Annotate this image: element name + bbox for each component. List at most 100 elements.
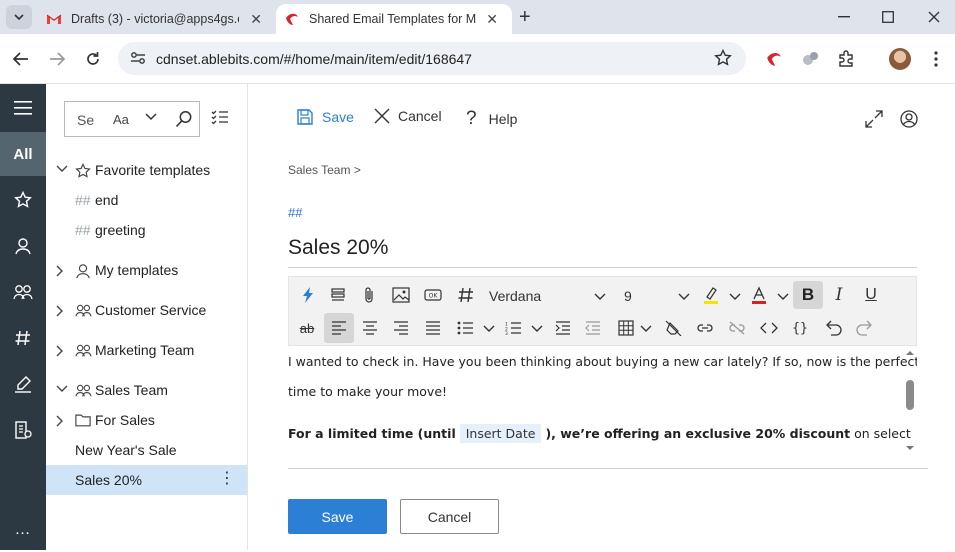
underline-icon[interactable]: U [859, 282, 883, 308]
editor-scrollbar[interactable] [903, 350, 917, 454]
match-case-toggle[interactable]: Aa [113, 112, 129, 127]
attach-paperclip-icon[interactable] [357, 282, 381, 308]
url-bar[interactable]: cdnset.ablebits.com/#/home/main/item/edi… [118, 42, 746, 75]
chevron-down-icon[interactable] [640, 325, 652, 333]
chevron-down-icon[interactable] [531, 325, 543, 333]
insert-template-hashtag-icon[interactable] [454, 282, 478, 308]
remove-link-icon[interactable] [725, 315, 749, 341]
expand-icon[interactable] [865, 110, 883, 128]
tab-shared-email-templates[interactable]: Shared Email Templates for Microsoft ✕ [276, 4, 512, 34]
chevron-right-icon[interactable] [56, 415, 64, 427]
highlight-color-icon[interactable] [699, 282, 723, 308]
insert-button-icon[interactable]: OK [421, 282, 445, 308]
close-tab-icon[interactable]: ✕ [486, 12, 498, 26]
chevron-down-icon[interactable] [777, 293, 789, 301]
bulleted-list-icon[interactable] [453, 315, 477, 341]
outdent-icon[interactable] [581, 315, 605, 341]
extension-icon[interactable] [799, 48, 821, 70]
more-vertical-icon[interactable]: ⋮ [219, 471, 235, 487]
insert-link-icon[interactable] [693, 315, 717, 341]
rail-all[interactable]: All [0, 132, 46, 176]
favorites-star-icon[interactable] [0, 178, 46, 222]
indent-icon[interactable] [551, 315, 575, 341]
chevron-down-icon[interactable] [729, 293, 741, 301]
align-left-icon[interactable] [324, 313, 354, 343]
minimize-icon[interactable] [835, 8, 853, 26]
insert-field-icon[interactable] [326, 282, 350, 308]
search-input[interactable]: Se [77, 112, 94, 128]
tree-item-end[interactable]: ## end [46, 185, 247, 215]
chevron-down-icon[interactable] [678, 293, 690, 301]
curly-braces-icon[interactable]: {} [788, 315, 812, 341]
chevron-right-icon[interactable] [56, 265, 64, 277]
insert-image-icon[interactable] [389, 282, 413, 308]
tree-node-favorites[interactable]: Favorite templates [46, 155, 247, 185]
cancel-button[interactable]: Cancel [400, 499, 499, 534]
tree-item-sales-20[interactable]: Sales 20% ⋮ [46, 465, 247, 495]
redo-icon[interactable] [853, 315, 877, 341]
justify-icon[interactable] [420, 315, 446, 341]
search-box[interactable]: Se Aa [64, 101, 200, 137]
insert-macro-lightning-icon[interactable] [296, 282, 320, 308]
insert-date-macro[interactable]: Insert Date [459, 424, 542, 443]
template-title-input[interactable]: Sales 20% [288, 236, 388, 260]
template-shortcut-hashtag[interactable]: ## [288, 205, 302, 220]
search-icon[interactable] [175, 110, 193, 128]
chevron-right-icon[interactable] [56, 305, 64, 317]
italic-icon[interactable]: I [827, 282, 851, 308]
maximize-icon[interactable] [879, 8, 897, 26]
extensions-puzzle-icon[interactable] [835, 48, 857, 70]
browser-menu-icon[interactable] [925, 48, 947, 70]
team-templates-icon[interactable] [0, 270, 46, 314]
back-icon[interactable] [10, 48, 32, 70]
tree-node-my-templates[interactable]: My templates [46, 255, 247, 285]
toolbar-help-button[interactable]: ? Help [466, 108, 517, 130]
forward-icon[interactable] [46, 48, 68, 70]
tree-folder-for-sales[interactable]: For Sales [46, 405, 247, 435]
close-tab-icon[interactable]: ✕ [250, 12, 262, 26]
profile-avatar[interactable] [889, 48, 911, 70]
hashtag-icon[interactable] [0, 316, 46, 360]
tree-node-sales-team[interactable]: Sales Team [46, 375, 247, 405]
source-code-icon[interactable] [757, 315, 781, 341]
tree-item-greeting[interactable]: ## greeting [46, 215, 247, 245]
more-options-icon[interactable]: … [0, 508, 46, 552]
save-button[interactable]: Save [288, 499, 387, 534]
admin-center-icon[interactable] [0, 408, 46, 452]
hamburger-menu-icon[interactable] [0, 86, 46, 130]
site-settings-icon[interactable] [130, 51, 146, 65]
tree-item-new-years-sale[interactable]: New Year's Sale [46, 435, 247, 465]
strikethrough-icon[interactable]: ab [294, 315, 320, 341]
my-templates-person-icon[interactable] [0, 224, 46, 268]
chevron-down-icon[interactable] [56, 165, 68, 173]
tab-gmail[interactable]: Drafts (3) - victoria@apps4gs.com ✕ [38, 4, 276, 34]
align-right-icon[interactable] [388, 315, 414, 341]
toolbar-save-button[interactable]: Save [296, 108, 354, 126]
new-tab-icon[interactable]: + [519, 7, 531, 27]
template-body-editor[interactable]: I wanted to check in. Have you been thin… [288, 346, 917, 454]
undo-icon[interactable] [821, 315, 845, 341]
tree-node-customer-service[interactable]: Customer Service [46, 295, 247, 325]
chevron-down-icon[interactable] [56, 385, 68, 393]
chevron-down-icon[interactable] [145, 113, 157, 121]
chevron-right-icon[interactable] [56, 345, 64, 357]
font-family-select[interactable]: Verdana [489, 288, 541, 304]
bookmark-star-icon[interactable] [714, 49, 732, 67]
account-icon[interactable] [900, 110, 918, 128]
font-size-select[interactable]: 9 [624, 288, 632, 304]
bold-icon[interactable]: B [793, 281, 823, 309]
align-center-icon[interactable] [357, 315, 383, 341]
reload-icon[interactable] [82, 48, 104, 70]
chevron-down-icon[interactable] [594, 293, 606, 301]
tree-node-marketing-team[interactable]: Marketing Team [46, 335, 247, 365]
numbered-list-icon[interactable]: 123 [501, 315, 525, 341]
font-color-icon[interactable] [747, 282, 771, 308]
clear-formatting-icon[interactable] [661, 315, 685, 341]
ablebits-extension-icon[interactable] [763, 48, 785, 70]
toolbar-cancel-button[interactable]: Cancel [374, 108, 442, 124]
chevron-down-icon[interactable] [483, 325, 495, 333]
close-window-icon[interactable] [925, 8, 943, 26]
tab-list-button[interactable] [6, 5, 32, 29]
insert-table-icon[interactable] [614, 315, 638, 341]
checklist-icon[interactable] [211, 109, 229, 125]
